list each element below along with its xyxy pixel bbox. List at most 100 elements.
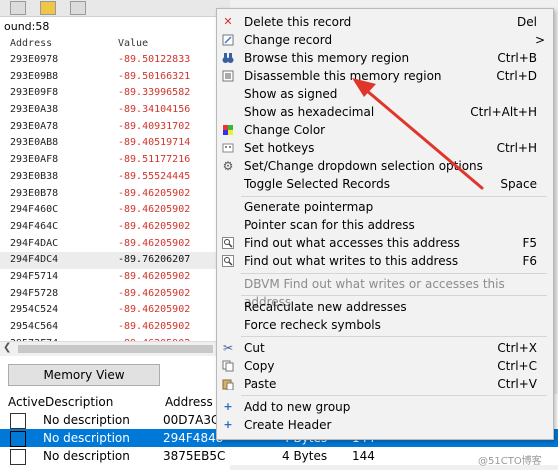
menu-separator xyxy=(241,395,547,396)
menu-item-show-hex[interactable]: Show as hexadecimal Ctrl+Alt+H xyxy=(217,103,553,121)
plus-icon: + xyxy=(223,400,233,413)
menu-item-change-record[interactable]: Change record > xyxy=(217,31,553,49)
scan-address: 294F4DC4 xyxy=(10,254,59,266)
menu-item-toggle-records[interactable]: Toggle Selected Records Space xyxy=(217,175,553,193)
menu-item-create-header[interactable]: + Create Header xyxy=(217,416,553,434)
scan-value: -89.76206207 xyxy=(118,254,191,266)
menu-item-dropdown-options[interactable]: ⚙ Set/Change dropdown selection options xyxy=(217,157,553,175)
scan-row[interactable]: 294F4DC4 -89.76206207 xyxy=(0,252,230,269)
table-row[interactable]: No description 3875EB5C 4 Bytes 144 xyxy=(0,447,558,465)
scan-address: 293E09B8 xyxy=(10,70,59,82)
gear-icon: ⚙ xyxy=(222,159,234,173)
active-checkbox[interactable] xyxy=(10,413,26,429)
scan-row[interactable]: 293E0AF8 -89.51177216 xyxy=(0,152,230,169)
menu-item-find-accesses[interactable]: Find out what accesses this address F5 xyxy=(217,234,553,252)
context-menu: ✕ Delete this record Del Change record >… xyxy=(216,8,554,440)
menu-item-change-color[interactable]: Change Color xyxy=(217,121,553,139)
menu-item-copy[interactable]: Copy Ctrl+C xyxy=(217,357,553,375)
toolbar-button-3[interactable] xyxy=(70,1,86,15)
menu-item-shortcut: Ctrl+V xyxy=(497,377,537,391)
scan-value: -89.40519714 xyxy=(118,137,191,149)
scan-address: 293E0B38 xyxy=(10,170,59,182)
menu-item-browse-memory[interactable]: Browse this memory region Ctrl+B xyxy=(217,49,553,67)
scan-address: 294F5728 xyxy=(10,287,59,299)
menu-item-label: Force recheck symbols xyxy=(244,318,381,332)
scan-row[interactable]: 293E0978 -89.50122833 xyxy=(0,52,230,69)
menu-item-label: Paste xyxy=(244,377,277,391)
col-address[interactable]: Address xyxy=(10,38,52,49)
toolbar-button-2[interactable] xyxy=(40,1,56,15)
menu-item-recheck-symbols[interactable]: Force recheck symbols xyxy=(217,316,553,334)
menu-item-show-signed[interactable]: Show as signed xyxy=(217,85,553,103)
scan-row[interactable]: 294F464C -89.46205902 xyxy=(0,219,230,236)
menu-item-recalculate[interactable]: Recalculate new addresses xyxy=(217,298,553,316)
menu-item-shortcut: F6 xyxy=(522,254,537,268)
menu-item-disassemble[interactable]: Disassemble this memory region Ctrl+D xyxy=(217,67,553,85)
found-count: ound:58 xyxy=(4,20,50,33)
menu-item-dbvm-find: DBVM Find out what writes or accesses th… xyxy=(217,275,553,309)
menu-item-label: Find out what accesses this address xyxy=(244,236,460,250)
menu-item-set-hotkeys[interactable]: Set hotkeys Ctrl+H xyxy=(217,139,553,157)
memory-view-button[interactable]: Memory View xyxy=(8,364,160,386)
paste-icon xyxy=(222,378,234,391)
scan-row[interactable]: 293E09F8 -89.33996582 xyxy=(0,85,230,102)
menu-item-paste[interactable]: Paste Ctrl+V xyxy=(217,375,553,393)
menu-item-delete-record[interactable]: ✕ Delete this record Del xyxy=(217,13,553,31)
record-description: No description xyxy=(43,413,130,427)
record-type: 4 Bytes xyxy=(282,449,328,463)
horizontal-scrollbar[interactable]: ❮ xyxy=(0,341,230,356)
search-icon xyxy=(222,237,234,249)
toolbar-button-1[interactable] xyxy=(10,1,26,15)
scan-list-header: Address Value xyxy=(0,38,230,52)
scan-row[interactable]: 294F4DAC -89.46205902 xyxy=(0,236,230,253)
scan-row[interactable]: 2954C524 -89.46205902 xyxy=(0,302,230,319)
col-value[interactable]: Value xyxy=(118,38,148,49)
scan-row[interactable]: 294F5714 -89.46205902 xyxy=(0,269,230,286)
menu-item-cut[interactable]: ✂ Cut Ctrl+X xyxy=(217,339,553,357)
col-description[interactable]: Description xyxy=(45,394,113,411)
menu-item-pointer-scan[interactable]: Pointer scan for this address xyxy=(217,216,553,234)
active-checkbox[interactable] xyxy=(10,431,26,447)
menu-item-add-group[interactable]: + Add to new group xyxy=(217,398,553,416)
menu-item-label: Set/Change dropdown selection options xyxy=(244,159,483,173)
hotkey-icon xyxy=(222,142,234,154)
scan-row[interactable]: 294F5728 -89.46205902 xyxy=(0,286,230,303)
scan-row[interactable]: 2954C564 -89.46205902 xyxy=(0,319,230,336)
scan-value: -89.46205902 xyxy=(118,187,191,199)
col-active[interactable]: Active xyxy=(8,394,45,411)
menu-item-label: Set hotkeys xyxy=(244,141,315,155)
scan-row[interactable]: 293E0AB8 -89.40519714 xyxy=(0,135,230,152)
scan-address: 294F464C xyxy=(10,220,59,232)
scan-address: 2954C524 xyxy=(10,304,59,316)
scan-address: 294F460C xyxy=(10,204,59,216)
scan-value: -89.40931702 xyxy=(118,120,191,132)
scan-row[interactable]: 293E0B38 -89.55524445 xyxy=(0,169,230,186)
menu-item-label: Show as hexadecimal xyxy=(244,105,375,119)
menu-item-shortcut: Space xyxy=(500,177,537,191)
active-checkbox[interactable] xyxy=(10,449,26,465)
scroll-left-icon[interactable]: ❮ xyxy=(3,342,11,353)
menu-item-shortcut: Ctrl+B xyxy=(497,51,537,65)
scrollbar-thumb[interactable] xyxy=(18,345,213,353)
menu-item-shortcut: Ctrl+Alt+H xyxy=(470,105,537,119)
copy-icon xyxy=(222,360,234,372)
scan-row[interactable]: 293E0B78 -89.46205902 xyxy=(0,186,230,203)
scan-value: -89.46205902 xyxy=(118,237,191,249)
cut-icon: ✂ xyxy=(222,341,234,355)
scan-address: 293E0AB8 xyxy=(10,137,59,149)
menu-item-shortcut: Ctrl+D xyxy=(496,69,537,83)
menu-item-find-writes[interactable]: Find out what writes to this address F6 xyxy=(217,252,553,270)
menu-item-shortcut: Del xyxy=(517,15,537,29)
scan-row[interactable]: 293E09B8 -89.50166321 xyxy=(0,69,230,86)
menu-item-label: Change Color xyxy=(244,123,326,137)
menu-item-shortcut: Ctrl+H xyxy=(496,141,537,155)
scan-row[interactable]: 294F460C -89.46205902 xyxy=(0,202,230,219)
scan-address: 293E0A38 xyxy=(10,104,59,116)
col-table-address[interactable]: Address xyxy=(165,394,213,411)
menu-item-label: Toggle Selected Records xyxy=(244,177,390,191)
menu-item-label: Disassemble this memory region xyxy=(244,69,442,83)
scan-row[interactable]: 293E0A78 -89.40931702 xyxy=(0,119,230,136)
scan-list: 293E0978 -89.50122833 293E09B8 -89.5016632… xyxy=(0,52,230,352)
menu-item-generate-pointermap[interactable]: Generate pointermap xyxy=(217,198,553,216)
scan-row[interactable]: 293E0A38 -89.34104156 xyxy=(0,102,230,119)
